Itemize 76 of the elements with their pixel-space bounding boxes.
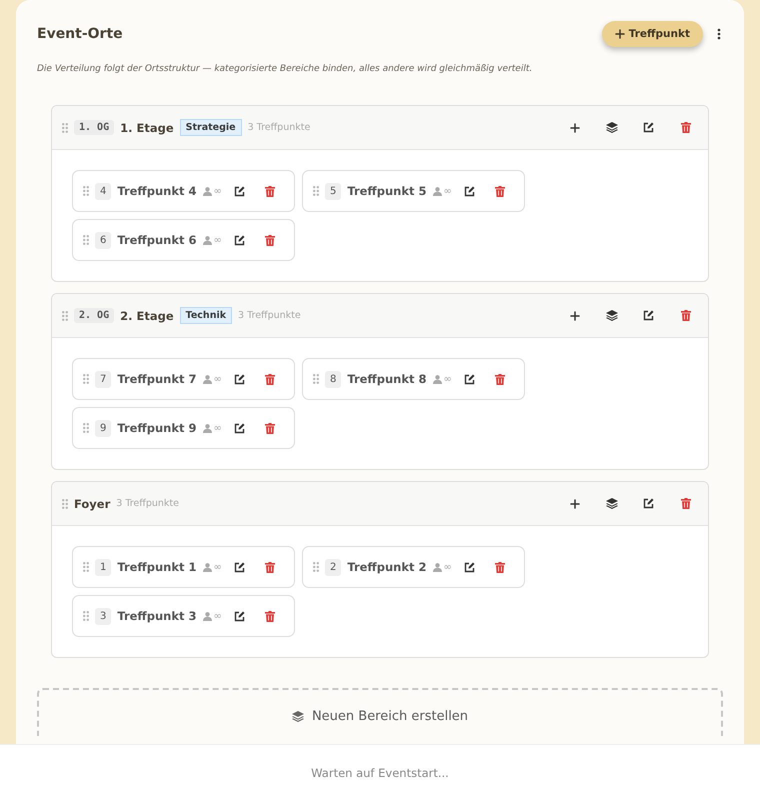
category-tag: Strategie — [180, 119, 242, 136]
drag-handle-icon[interactable] — [83, 562, 89, 572]
meeting-point-count: 3 Treffpunkte — [116, 498, 180, 509]
meeting-point-name: Treffpunkt 9 — [117, 421, 196, 435]
person-icon — [432, 562, 442, 572]
meeting-point-name: Treffpunkt 2 — [347, 560, 426, 574]
capacity-value: ∞ — [214, 234, 222, 246]
drag-handle-icon[interactable] — [83, 611, 89, 621]
person-icon — [432, 374, 442, 384]
area-name: 2. Etage — [120, 308, 174, 322]
category-tag: Technik — [180, 307, 232, 324]
capacity-value: ∞ — [214, 562, 222, 572]
meeting-point-number: 6 — [95, 232, 112, 248]
meeting-point-card[interactable]: 8 Treffpunkt 8 ∞ — [302, 358, 525, 400]
new-area-dropzone[interactable]: Neuen Bereich erstellen — [37, 688, 723, 736]
drag-handle-icon[interactable] — [83, 374, 89, 384]
meeting-point-card[interactable]: 2 Treffpunkt 2 ∞ — [302, 546, 525, 588]
meeting-point-name: Treffpunkt 7 — [117, 372, 196, 386]
meeting-point-number: 1 — [95, 558, 112, 576]
drag-handle-icon[interactable] — [62, 122, 68, 132]
panel-title: Event-Orte — [37, 26, 124, 42]
drag-handle-icon[interactable] — [313, 562, 319, 572]
drag-handle-icon[interactable] — [62, 498, 68, 508]
capacity-value: ∞ — [214, 610, 222, 622]
meeting-point-name: Treffpunkt 8 — [347, 372, 426, 386]
drag-handle-icon[interactable] — [83, 186, 89, 196]
meeting-point-name: Treffpunkt 4 — [117, 184, 196, 198]
meeting-point-name: Treffpunkt 5 — [347, 184, 426, 198]
meeting-point-card[interactable]: 5 Treffpunkt 5 ∞ — [302, 170, 525, 212]
drag-handle-icon[interactable] — [313, 374, 319, 384]
person-icon — [202, 424, 212, 432]
person-icon — [202, 374, 212, 384]
meeting-point-number: 2 — [325, 558, 342, 576]
meeting-point-count: 3 Treffpunkte — [248, 122, 312, 133]
meeting-point-name: Treffpunkt 6 — [117, 233, 196, 247]
meeting-point-number: 5 — [325, 182, 342, 200]
plus-icon — [614, 29, 625, 39]
drag-handle-icon[interactable] — [83, 235, 89, 245]
area-code: 2. OG — [74, 308, 114, 323]
person-icon — [202, 562, 212, 572]
status-text: Warten auf Eventstart... — [311, 766, 449, 780]
meeting-point-card[interactable]: 4 Treffpunkt 4 ∞ — [72, 170, 295, 212]
person-icon — [202, 612, 212, 620]
meeting-point-count: 3 Treffpunkte — [238, 310, 302, 321]
capacity-value: ∞ — [444, 186, 452, 196]
capacity-value: ∞ — [214, 422, 222, 434]
area-name: 1. Etage — [120, 120, 174, 134]
meeting-point-number: 7 — [95, 370, 112, 388]
more-icon[interactable] — [715, 28, 723, 40]
meeting-point-number: 3 — [95, 608, 112, 624]
drag-handle-icon[interactable] — [313, 186, 319, 196]
capacity-value: ∞ — [444, 374, 452, 384]
capacity-value: ∞ — [214, 374, 222, 384]
meeting-point-number: 4 — [95, 182, 112, 200]
person-icon — [202, 186, 212, 196]
meeting-point-number: 8 — [325, 370, 342, 388]
add-meeting-point-button[interactable]: Treffpunkt — [602, 21, 703, 47]
capacity-value: ∞ — [444, 562, 452, 572]
meeting-point-card[interactable]: 9 Treffpunkt 9 ∞ — [72, 407, 295, 449]
meeting-point-card[interactable]: 1 Treffpunkt 1 ∞ — [72, 546, 295, 588]
meeting-point-name: Treffpunkt 3 — [117, 609, 196, 623]
meeting-point-card[interactable]: 3 Treffpunkt 3 ∞ — [72, 595, 295, 637]
meeting-point-number: 9 — [95, 420, 112, 436]
area-code: 1. OG — [74, 120, 114, 135]
area-name: Foyer — [74, 496, 110, 510]
new-area-label: Neuen Bereich erstellen — [312, 708, 468, 724]
meeting-point-card[interactable]: 7 Treffpunkt 7 ∞ — [72, 358, 295, 400]
capacity-value: ∞ — [214, 186, 222, 196]
description: Die Verteilung folgt der Ortsstruktur — kategorisierte Bereiche binden, alles andere wird gleichmäßig verteilt. — [37, 64, 534, 74]
layers-icon — [292, 710, 304, 722]
person-icon — [432, 186, 442, 196]
drag-handle-icon[interactable] — [62, 310, 68, 320]
person-icon — [202, 236, 212, 244]
drag-handle-icon[interactable] — [83, 423, 89, 433]
meeting-point-card[interactable]: 6 Treffpunkt 6 ∞ — [72, 219, 295, 261]
meeting-point-name: Treffpunkt 1 — [117, 560, 196, 574]
